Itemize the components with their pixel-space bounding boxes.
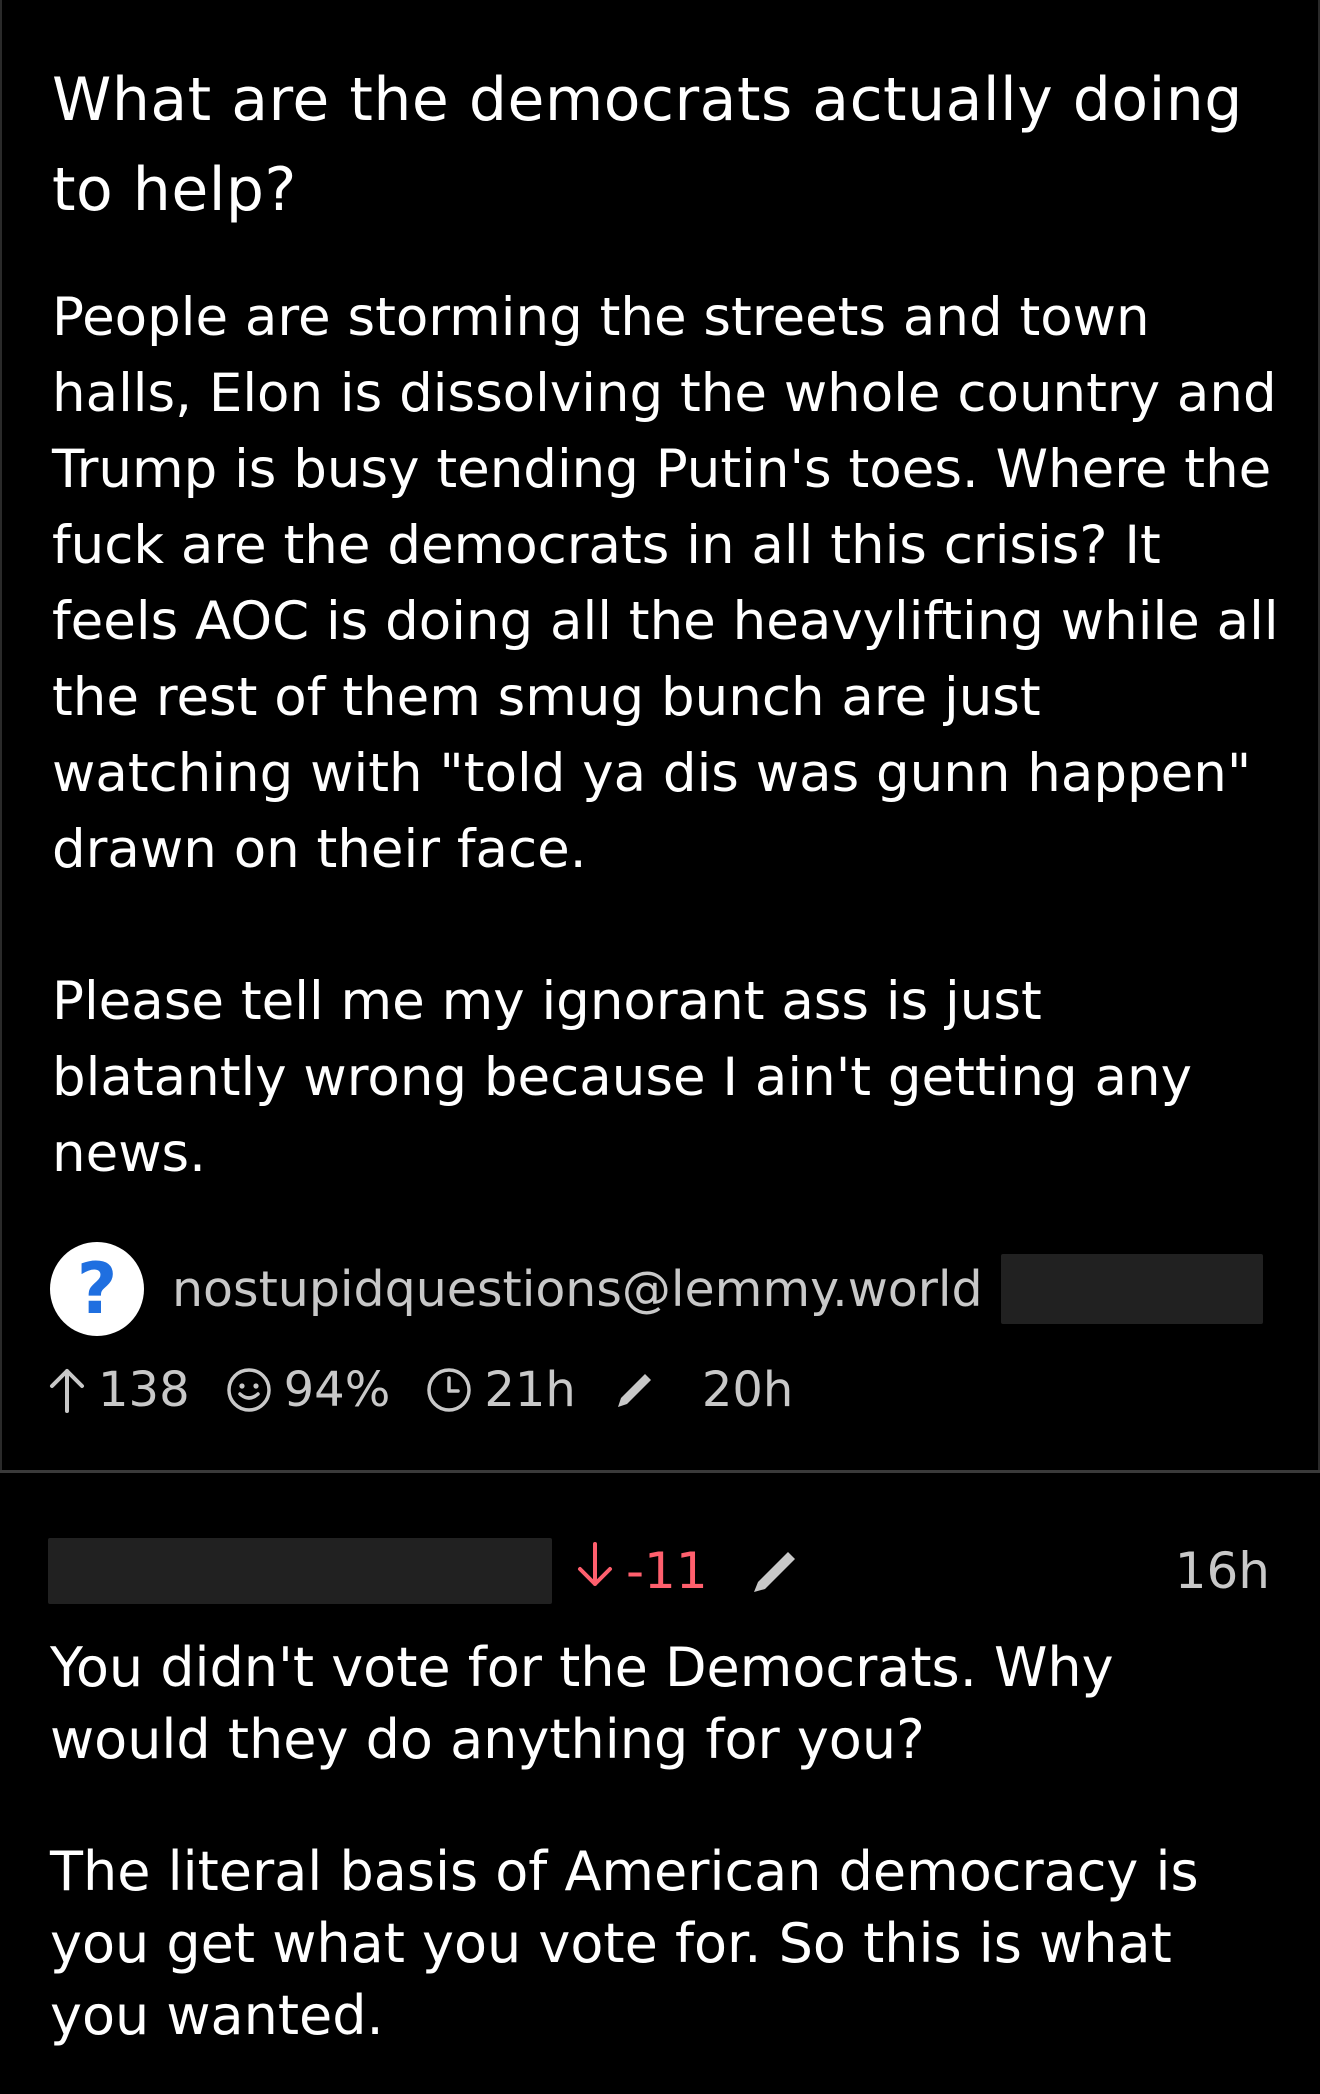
comment-time: 16h <box>1174 1542 1270 1600</box>
redacted-commenter <box>48 1538 552 1604</box>
comment-paragraph: You didn't vote for the Democrats. Why w… <box>50 1636 1114 1771</box>
smiley-icon <box>226 1367 272 1413</box>
comment-score[interactable]: -11 <box>576 1538 708 1604</box>
clock-icon <box>426 1367 472 1413</box>
edited-ago: 20h <box>701 1362 794 1418</box>
divider <box>0 1470 1320 1473</box>
comment-body: You didn't vote for the Democrats. Why w… <box>50 1632 1280 2052</box>
community-row[interactable]: ? nostupidquestions@lemmy.world <box>50 1242 1280 1336</box>
comment-score-value: -11 <box>626 1542 708 1600</box>
post-body: People are storming the streets and town… <box>52 280 1292 1192</box>
redacted-username <box>1000 1254 1263 1324</box>
post-body-paragraph: People are storming the streets and town… <box>52 287 1279 880</box>
pencil-icon <box>612 1367 658 1413</box>
arrow-up-icon[interactable] <box>48 1367 86 1413</box>
pencil-icon <box>748 1544 802 1602</box>
post-card: What are the democrats actually doing to… <box>0 0 1320 1470</box>
community-question-icon[interactable]: ? <box>50 1242 144 1336</box>
post-stats: 138 94% 21h 20h <box>48 1360 793 1420</box>
community-name[interactable]: nostupidquestions@lemmy.world <box>172 1261 983 1318</box>
upvote-ratio: 94% <box>283 1362 391 1418</box>
posted-ago: 21h <box>484 1362 576 1418</box>
comment-header: -11 16h <box>48 1538 1270 1604</box>
comment-paragraph: The literal basis of American democracy … <box>50 1840 1199 2047</box>
upvote-count: 138 <box>98 1362 190 1418</box>
post-body-paragraph: Please tell me my ignorant ass is just b… <box>52 971 1192 1184</box>
post-title[interactable]: What are the democrats actually doing to… <box>52 55 1252 235</box>
arrow-down-icon[interactable] <box>576 1542 614 1600</box>
